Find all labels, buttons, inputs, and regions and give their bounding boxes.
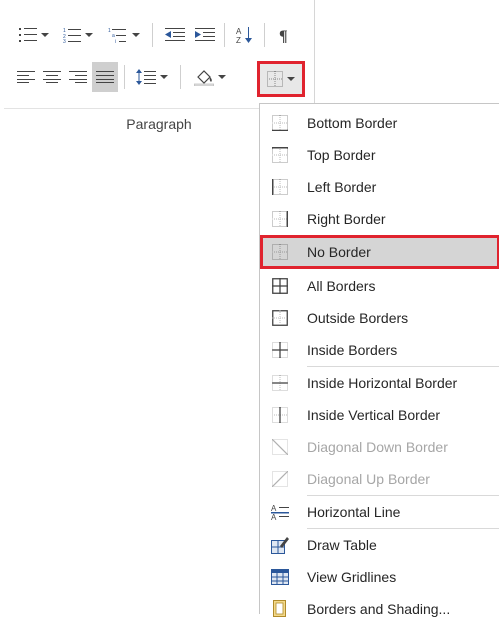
borders-icon	[267, 71, 283, 87]
justify-icon	[96, 71, 114, 83]
ribbon-separator	[180, 65, 181, 89]
menu-item-label: Inside Horizontal Border	[307, 375, 458, 391]
align-left-button[interactable]	[14, 62, 38, 92]
svg-text:A: A	[271, 504, 277, 513]
menu-item-label: Inside Vertical Border	[307, 407, 441, 423]
no-border-icon	[271, 243, 289, 261]
menu-item-left-border[interactable]: Left Border	[260, 171, 499, 203]
menu-item-label: Inside Borders	[307, 342, 398, 358]
svg-text:3: 3	[63, 39, 66, 43]
line-spacing-button[interactable]	[130, 62, 174, 92]
menu-item-horizontal-line[interactable]: AA Horizontal Line	[260, 496, 499, 528]
inside-horizontal-border-icon	[271, 374, 289, 392]
bullets-button[interactable]	[14, 20, 54, 50]
align-right-button[interactable]	[66, 62, 90, 92]
decrease-indent-icon	[165, 28, 185, 41]
chevron-down-icon	[160, 75, 168, 79]
left-border-icon	[271, 178, 289, 196]
menu-item-bottom-border[interactable]: Bottom Border	[260, 107, 499, 139]
center-button[interactable]	[40, 62, 64, 92]
menu-item-label: Top Border	[307, 147, 376, 163]
inside-borders-icon	[271, 341, 289, 359]
menu-item-label: Bottom Border	[307, 115, 398, 131]
ribbon-separator	[224, 23, 225, 47]
menu-item-inside-vertical-border[interactable]: Inside Vertical Border	[260, 399, 499, 431]
menu-item-no-border[interactable]: No Border	[260, 235, 499, 269]
menu-item-label: Borders and Shading...	[307, 601, 451, 617]
justify-button[interactable]	[92, 62, 118, 92]
menu-item-label: Diagonal Up Border	[307, 471, 430, 487]
svg-text:A: A	[271, 513, 277, 520]
inside-vertical-border-icon	[271, 406, 289, 424]
menu-item-diagonal-down-border: Diagonal Down Border	[260, 431, 499, 463]
ribbon-separator	[124, 65, 125, 89]
menu-item-all-borders[interactable]: All Borders	[260, 270, 499, 302]
multilevel-list-icon: 1 a i	[108, 28, 126, 43]
svg-text:A: A	[236, 27, 242, 36]
line-spacing-icon	[136, 69, 156, 85]
show-hide-marks-button[interactable]: ¶	[272, 20, 298, 50]
menu-item-label: Draw Table	[307, 537, 377, 553]
increase-indent-button[interactable]	[192, 20, 218, 50]
show-marks-icon: ¶	[279, 28, 288, 43]
menu-item-right-border[interactable]: Right Border	[260, 203, 499, 235]
draw-table-icon	[271, 536, 289, 554]
borders-and-shading-icon	[271, 600, 289, 618]
sort-button[interactable]: A Z	[232, 20, 258, 50]
bottom-border-icon	[271, 114, 289, 132]
menu-item-label: Horizontal Line	[307, 504, 401, 520]
view-gridlines-icon	[271, 568, 289, 586]
menu-item-label: All Borders	[307, 278, 376, 294]
menu-item-label: No Border	[307, 244, 371, 260]
chevron-down-icon	[132, 33, 140, 37]
outside-borders-icon	[271, 309, 289, 327]
borders-button[interactable]	[257, 61, 305, 97]
decrease-indent-button[interactable]	[162, 20, 188, 50]
menu-item-view-gridlines[interactable]: View Gridlines	[260, 561, 499, 593]
align-right-icon	[69, 71, 87, 83]
ribbon-separator	[152, 23, 153, 47]
shading-icon	[194, 70, 214, 86]
numbering-icon: 1 2 3	[63, 28, 81, 43]
chevron-down-icon	[85, 33, 93, 37]
menu-item-label: View Gridlines	[307, 569, 397, 585]
align-left-icon	[17, 71, 35, 83]
svg-text:Z: Z	[236, 36, 241, 44]
ribbon-separator	[264, 23, 265, 47]
svg-text:1: 1	[108, 28, 111, 34]
menu-item-borders-and-shading[interactable]: Borders and Shading...	[260, 593, 499, 625]
menu-item-outside-borders[interactable]: Outside Borders	[260, 302, 499, 334]
svg-text:¶: ¶	[279, 28, 288, 43]
diagonal-down-border-icon	[271, 438, 289, 456]
horizontal-line-icon: AA	[271, 503, 289, 521]
bullets-icon	[19, 28, 37, 42]
chevron-down-icon	[287, 77, 295, 81]
shading-button[interactable]	[188, 62, 232, 92]
center-icon	[43, 71, 61, 83]
chevron-down-icon	[41, 33, 49, 37]
menu-item-top-border[interactable]: Top Border	[260, 139, 499, 171]
multilevel-list-button[interactable]: 1 a i	[102, 20, 146, 50]
borders-dropdown-menu: Bottom Border Top Border Left Border Rig…	[259, 103, 499, 617]
right-border-icon	[271, 210, 289, 228]
sort-icon: A Z	[236, 27, 252, 44]
chevron-down-icon	[218, 75, 226, 79]
menu-item-label: Outside Borders	[307, 310, 409, 326]
menu-item-label: Right Border	[307, 211, 386, 227]
top-border-icon	[271, 146, 289, 164]
diagonal-up-border-icon	[271, 470, 289, 488]
menu-item-label: Left Border	[307, 179, 377, 195]
all-borders-icon	[271, 277, 289, 295]
svg-text:i: i	[115, 39, 116, 43]
menu-item-draw-table[interactable]: Draw Table	[260, 529, 499, 561]
numbering-button[interactable]: 1 2 3	[58, 20, 98, 50]
increase-indent-icon	[195, 28, 215, 41]
menu-item-inside-borders[interactable]: Inside Borders	[260, 334, 499, 366]
menu-item-inside-horizontal-border[interactable]: Inside Horizontal Border	[260, 367, 499, 399]
menu-item-diagonal-up-border: Diagonal Up Border	[260, 463, 499, 495]
menu-item-label: Diagonal Down Border	[307, 439, 448, 455]
